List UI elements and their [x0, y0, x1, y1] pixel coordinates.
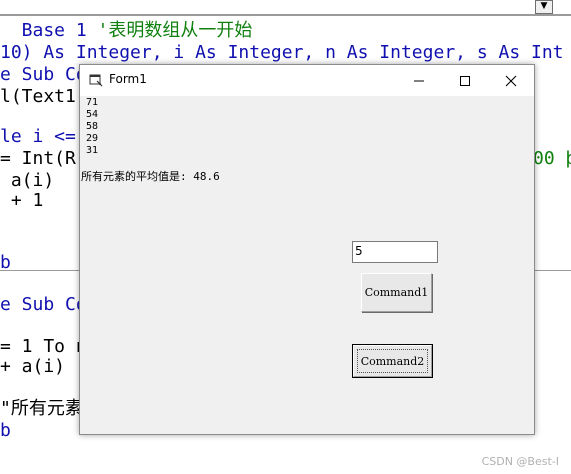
- form-client-area: 71 54 58 29 31 所有元素的平均值是: 48.6 5 Command…: [80, 96, 534, 434]
- code-line-text1[interactable]: l(Text1.: [0, 86, 87, 108]
- code-line-print[interactable]: "所有元素: [0, 398, 83, 420]
- editor-divider-top: [0, 14, 571, 16]
- command2-button[interactable]: Command2: [352, 344, 433, 378]
- form-icon: [89, 74, 103, 87]
- printed-number: 31: [86, 145, 99, 156]
- code-line-sub-1[interactable]: e Sub Co: [0, 64, 87, 86]
- maximize-button[interactable]: [442, 65, 488, 96]
- printed-number: 71: [86, 97, 99, 108]
- command1-button[interactable]: Command1: [361, 273, 432, 312]
- average-output: 所有元素的平均值是: 48.6: [81, 170, 220, 183]
- code-line-while[interactable]: le i <=: [0, 126, 76, 148]
- code-line-sub-2[interactable]: e Sub Co: [0, 294, 87, 316]
- watermark: CSDN @Best-I: [481, 455, 559, 468]
- code-line-rnd[interactable]: = Int(R: [0, 148, 76, 170]
- code-line-option-base[interactable]: Base 1 '表明数组从一开始: [0, 20, 253, 42]
- code-line-for[interactable]: = 1 To n: [0, 336, 87, 358]
- code-line-sum[interactable]: + a(i): [0, 356, 65, 378]
- code-comment: '表明数组从一开始: [97, 20, 253, 41]
- printed-number: 54: [86, 109, 99, 120]
- code-line-comment-fragment: 00 þ: [533, 148, 571, 169]
- code-line-a-i[interactable]: a(i): [0, 170, 54, 192]
- scroll-down-arrow[interactable]: ▼: [535, 0, 553, 14]
- code-text: le i <=: [0, 126, 76, 147]
- maximize-icon: [460, 75, 470, 86]
- code-line-end-sub-2[interactable]: b: [0, 420, 11, 442]
- text1-input[interactable]: 5: [352, 241, 438, 263]
- close-icon: [505, 75, 517, 86]
- code-line-dim[interactable]: 10) As Integer, i As Integer, n As Integ…: [0, 42, 564, 64]
- code-text: Base 1: [0, 20, 98, 41]
- title-bar[interactable]: Form1: [80, 65, 534, 96]
- printed-number: 58: [86, 121, 99, 132]
- focus-rect: [357, 349, 428, 373]
- form1-window[interactable]: Form1 71 54 58 29 31 所有元素的平均值是: 48.6 5 C…: [79, 64, 535, 435]
- window-title: Form1: [109, 72, 147, 86]
- code-line-increment[interactable]: + 1: [0, 190, 44, 212]
- minimize-icon: [414, 80, 424, 81]
- code-text: e Sub Co: [0, 64, 87, 85]
- minimize-button[interactable]: [396, 65, 442, 96]
- close-button[interactable]: [488, 65, 534, 96]
- command1-label: Command1: [364, 286, 429, 299]
- code-text: e Sub Co: [0, 294, 87, 315]
- printed-number: 29: [86, 133, 99, 144]
